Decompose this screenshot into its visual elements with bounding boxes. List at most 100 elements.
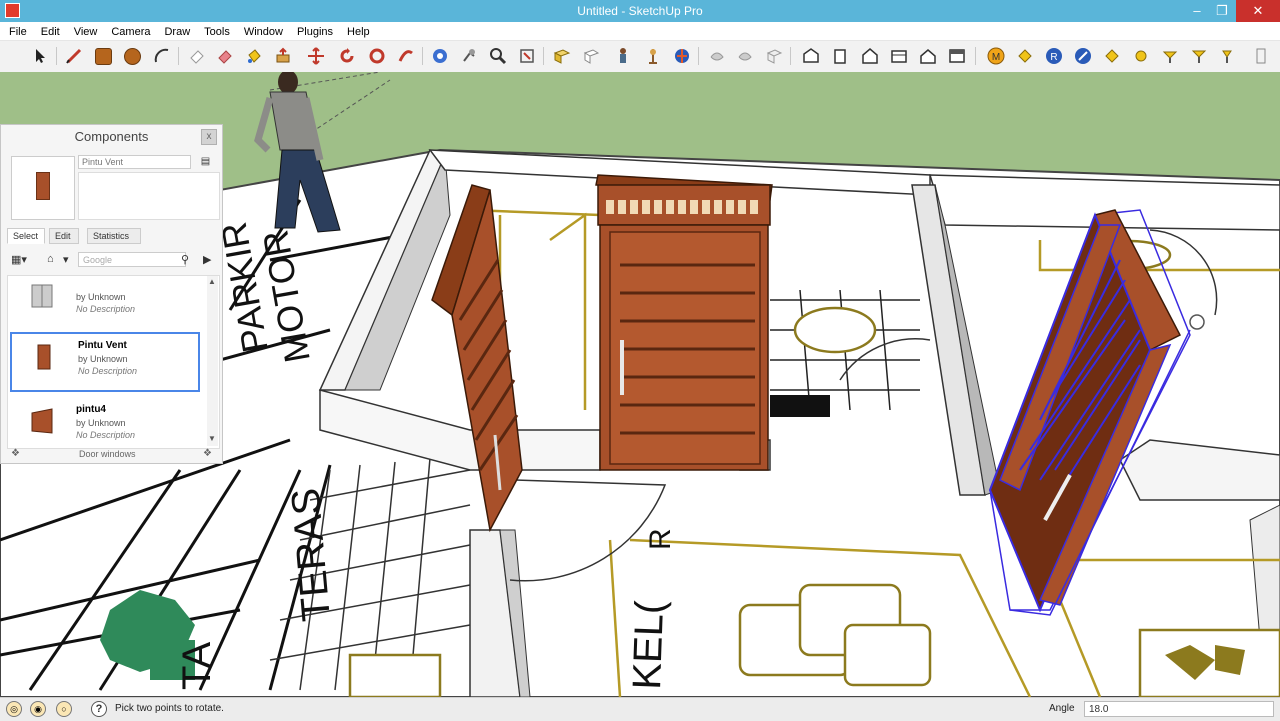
extension-icon-8[interactable] [1159, 45, 1181, 67]
menu-draw[interactable]: Draw [157, 23, 197, 38]
door-angled-thumbnail-icon [31, 408, 53, 434]
zoom-extents-icon[interactable] [487, 45, 509, 67]
status-bar: ◎ ◉ ○ ? Pick two points to rotate. Angle… [0, 697, 1280, 721]
zoom-icon[interactable] [458, 45, 480, 67]
bath-threshold [770, 395, 830, 417]
status-message: Pick two points to rotate. [115, 703, 224, 714]
components-list: by Unknown No Description Pintu Vent by … [7, 275, 220, 449]
search-icon[interactable]: ⚲ [181, 253, 189, 266]
extension-icon-2[interactable]: M [985, 45, 1007, 67]
list-item[interactable]: by Unknown No Description [10, 276, 200, 332]
menu-plugins[interactable]: Plugins [290, 23, 340, 38]
component-name-field[interactable]: Pintu Vent [78, 155, 191, 169]
component-icon[interactable] [734, 45, 756, 67]
user-icon[interactable]: ○ [56, 701, 72, 717]
close-window-button[interactable]: ✕ [1236, 0, 1280, 22]
eraser-icon[interactable] [214, 45, 236, 67]
menu-tools[interactable]: Tools [197, 23, 237, 38]
look-around-icon[interactable] [642, 45, 664, 67]
expand-icon[interactable]: ❖ [11, 448, 20, 459]
tab-edit[interactable]: Edit [49, 228, 79, 244]
iso-view-icon[interactable] [763, 45, 785, 67]
list-item[interactable]: pintu4 by Unknown No Description [10, 398, 200, 448]
menu-edit[interactable]: Edit [34, 23, 67, 38]
components-footer: ❖ Door windows ❖ [7, 448, 218, 461]
push-pull-icon[interactable] [272, 45, 294, 67]
menu-bar: File Edit View Camera Draw Tools Window Plugins… [0, 22, 1280, 41]
pencil-line-icon[interactable] [63, 45, 85, 67]
top-view-icon[interactable] [800, 45, 822, 67]
maximize-button[interactable]: ❐ [1205, 0, 1239, 22]
measurements-input[interactable]: 18.0 [1084, 701, 1274, 717]
extension-icon-7[interactable] [1130, 45, 1152, 67]
collection-label: Door windows [79, 449, 136, 459]
position-camera-icon[interactable] [612, 45, 634, 67]
left-view-icon[interactable] [917, 45, 939, 67]
eraser-outline-icon[interactable] [186, 45, 208, 67]
extension-icon-3[interactable] [1014, 45, 1036, 67]
share-model-icon[interactable] [706, 45, 728, 67]
walk-icon[interactable] [580, 45, 602, 67]
window-thumbnail-icon [31, 284, 53, 308]
title-bar: Untitled - SketchUp Pro – ❐ ✕ [0, 0, 1280, 22]
list-item-selected[interactable]: Pintu Vent by Unknown No Description [10, 332, 200, 392]
menu-window[interactable]: Window [237, 23, 290, 38]
get-models-icon[interactable] [671, 45, 693, 67]
extension-icon-4[interactable]: R [1043, 45, 1065, 67]
menu-help[interactable]: Help [340, 23, 377, 38]
orbit-icon[interactable] [395, 45, 417, 67]
help-icon[interactable]: ? [91, 701, 107, 717]
scroll-up-icon[interactable]: ▲ [208, 277, 216, 286]
section-display-icon[interactable] [551, 45, 573, 67]
extension-icon-6[interactable] [1101, 45, 1123, 67]
right-view-icon[interactable] [859, 45, 881, 67]
select-icon[interactable] [30, 45, 52, 67]
measurements-label: Angle [1049, 703, 1075, 714]
credits-icon[interactable]: ◉ [30, 701, 46, 717]
collapse-icon[interactable]: ❖ [203, 448, 212, 459]
arc-icon[interactable] [151, 45, 173, 67]
forward-icon[interactable]: ▶ [203, 253, 211, 266]
label-ta: TA [175, 642, 219, 690]
move-icon[interactable] [305, 45, 327, 67]
components-search-row: ▦▾ ⌂ ▾ Google ⚲ ▶ [7, 251, 218, 269]
geo-location-icon[interactable]: ◎ [6, 701, 22, 717]
extension-icon-10[interactable] [1216, 45, 1238, 67]
rectangle-icon[interactable] [92, 45, 114, 67]
tab-select[interactable]: Select [7, 228, 45, 244]
menu-camera[interactable]: Camera [104, 23, 157, 38]
door-thumbnail-icon [37, 344, 51, 370]
door-center [595, 174, 773, 471]
home-icon[interactable]: ⌂ [47, 253, 54, 265]
details-icon[interactable]: ▤ [199, 156, 212, 169]
rotate-icon[interactable] [336, 45, 358, 67]
back-view-icon[interactable] [888, 45, 910, 67]
components-panel: Components x Pintu Vent ▤ Select Edit St… [0, 124, 223, 464]
window-title: Untitled - SketchUp Pro [577, 4, 703, 18]
menu-file[interactable]: File [0, 23, 34, 38]
close-icon[interactable]: x [201, 129, 217, 145]
components-title: Components [74, 129, 149, 144]
scroll-down-icon[interactable]: ▼ [208, 434, 216, 443]
main-toolbar: M R [0, 41, 1280, 73]
label-r: R [644, 528, 677, 550]
menu-view[interactable]: View [67, 23, 105, 38]
extension-icon-5[interactable] [1072, 45, 1094, 67]
view-options-icon[interactable]: ▦▾ [11, 253, 27, 266]
component-preview [11, 156, 75, 220]
section-plane-icon[interactable] [516, 45, 538, 67]
follow-me-icon[interactable] [366, 45, 388, 67]
extension-icon-1[interactable] [946, 45, 968, 67]
svg-text:M: M [992, 52, 1000, 63]
extension-icon-9[interactable] [1188, 45, 1210, 67]
paint-bucket-icon[interactable] [243, 45, 265, 67]
search-input[interactable]: Google [78, 252, 186, 267]
pan-icon[interactable] [429, 45, 451, 67]
list-scrollbar[interactable]: ▲ ▼ [207, 276, 218, 446]
tab-statistics[interactable]: Statistics [87, 228, 141, 244]
component-description-field[interactable] [78, 172, 220, 220]
chevron-down-icon[interactable]: ▾ [63, 253, 69, 266]
circle-icon[interactable] [121, 45, 143, 67]
toolbar-overflow-icon[interactable] [1250, 45, 1272, 67]
front-view-icon[interactable] [829, 45, 851, 67]
